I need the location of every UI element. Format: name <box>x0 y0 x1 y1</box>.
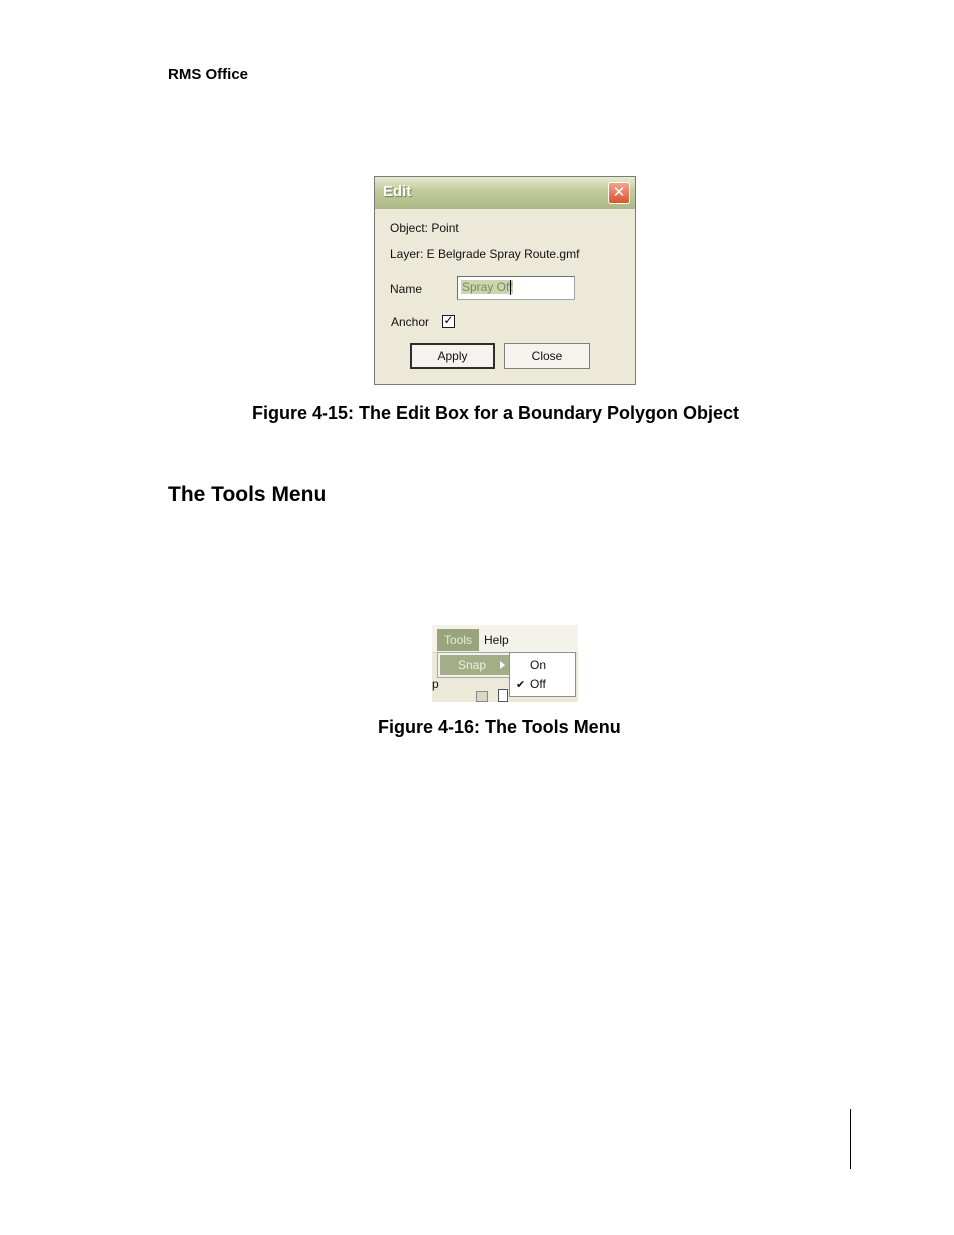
anchor-checkbox[interactable]: ✓ <box>442 313 455 328</box>
text-caret <box>510 280 511 295</box>
snap-submenu: On ✔ Off <box>509 652 576 697</box>
close-button[interactable]: Close <box>504 343 590 369</box>
menu-bar: Tools Help <box>432 625 578 653</box>
dialog-close-button[interactable]: ✕ <box>608 182 630 204</box>
object-type-text: Object: Point <box>390 221 459 235</box>
dialog-titlebar[interactable]: Edit ✕ <box>375 177 635 209</box>
edit-dialog: Edit ✕ Object: Point Layer: E Belgrade S… <box>374 176 636 385</box>
apply-button[interactable]: Apply <box>410 343 495 369</box>
figure-caption: Figure 4-15: The Edit Box for a Boundary… <box>252 403 740 423</box>
page-header: RMS Office <box>168 66 249 83</box>
name-input-value: Spray Off <box>461 280 514 294</box>
scroll-arrow-icon <box>476 691 488 702</box>
figure-caption-2: Figure 4-16: The Tools Menu <box>378 717 621 737</box>
checkmark-icon: ✓ <box>443 313 454 327</box>
background-box <box>498 689 508 702</box>
check-icon: ✔ <box>516 679 526 691</box>
tools-dropdown: Snap <box>437 652 515 678</box>
anchor-label: Anchor <box>391 315 430 329</box>
menu-tools[interactable]: Tools <box>437 629 479 651</box>
submenu-item-off[interactable]: Off <box>530 677 546 691</box>
submenu-arrow-icon <box>500 661 505 669</box>
name-label: Name <box>390 282 423 296</box>
submenu-item-on[interactable]: On <box>530 658 546 672</box>
dialog-title: Edit <box>383 183 412 200</box>
margin-rule <box>850 1109 851 1169</box>
background-text: p <box>432 677 439 691</box>
tools-menu-figure: Tools Help p Snap On ✔ Off <box>432 625 578 702</box>
snap-label: Snap <box>458 658 487 672</box>
layer-text: Layer: E Belgrade Spray Route.gmf <box>390 247 580 261</box>
section-title: The Tools Menu <box>168 483 327 506</box>
menu-help[interactable]: Help <box>484 629 509 651</box>
close-icon: ✕ <box>612 184 626 201</box>
name-input[interactable]: Spray Off <box>457 276 575 300</box>
menu-item-snap[interactable]: Snap <box>440 655 512 675</box>
